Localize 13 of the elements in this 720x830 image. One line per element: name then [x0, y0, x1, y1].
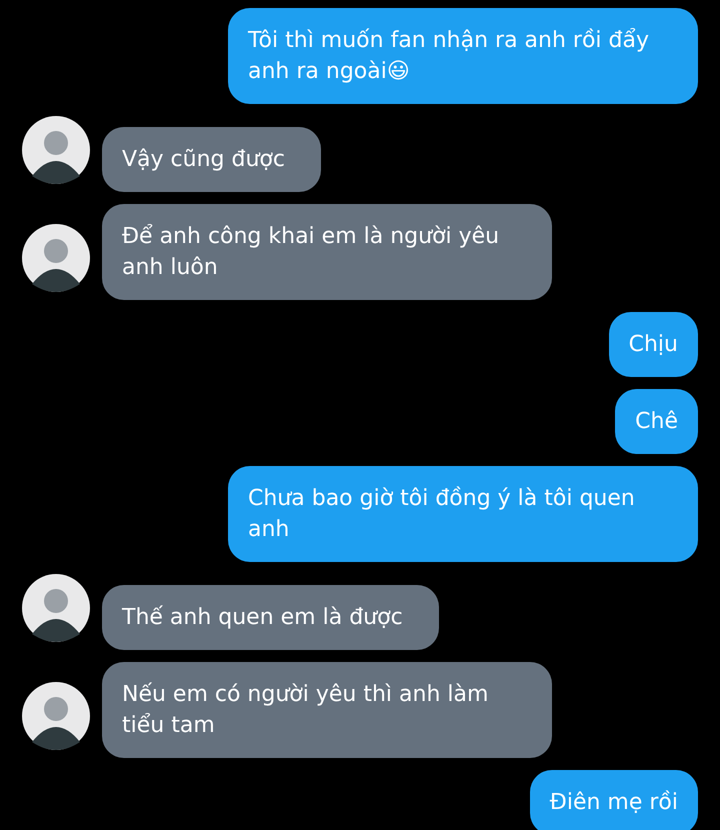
- message-bubble: Chưa bao giờ tôi đồng ý là tôi quen anh: [228, 466, 698, 562]
- message-bubble: Điên mẹ rồi: [530, 770, 698, 830]
- message-bubble: Chịu: [608, 312, 698, 377]
- message-bubble: Để anh công khai em là người yêu anh luôn: [102, 204, 552, 300]
- avatar-icon: [22, 224, 90, 292]
- message-bubble: Chê: [615, 389, 698, 454]
- avatar-icon: [22, 682, 90, 750]
- message-bubble: Nếu em có người yêu thì anh làm tiểu tam: [102, 662, 552, 758]
- message-bubble: Thế anh quen em là được: [102, 585, 439, 650]
- avatar-icon: [22, 116, 90, 184]
- message-bubble: Tôi thì muốn fan nhận ra anh rồi đẩy anh ra ngoài😃: [228, 8, 698, 104]
- avatar-icon: [22, 574, 90, 642]
- message-bubble: Vậy cũng được: [102, 127, 321, 192]
